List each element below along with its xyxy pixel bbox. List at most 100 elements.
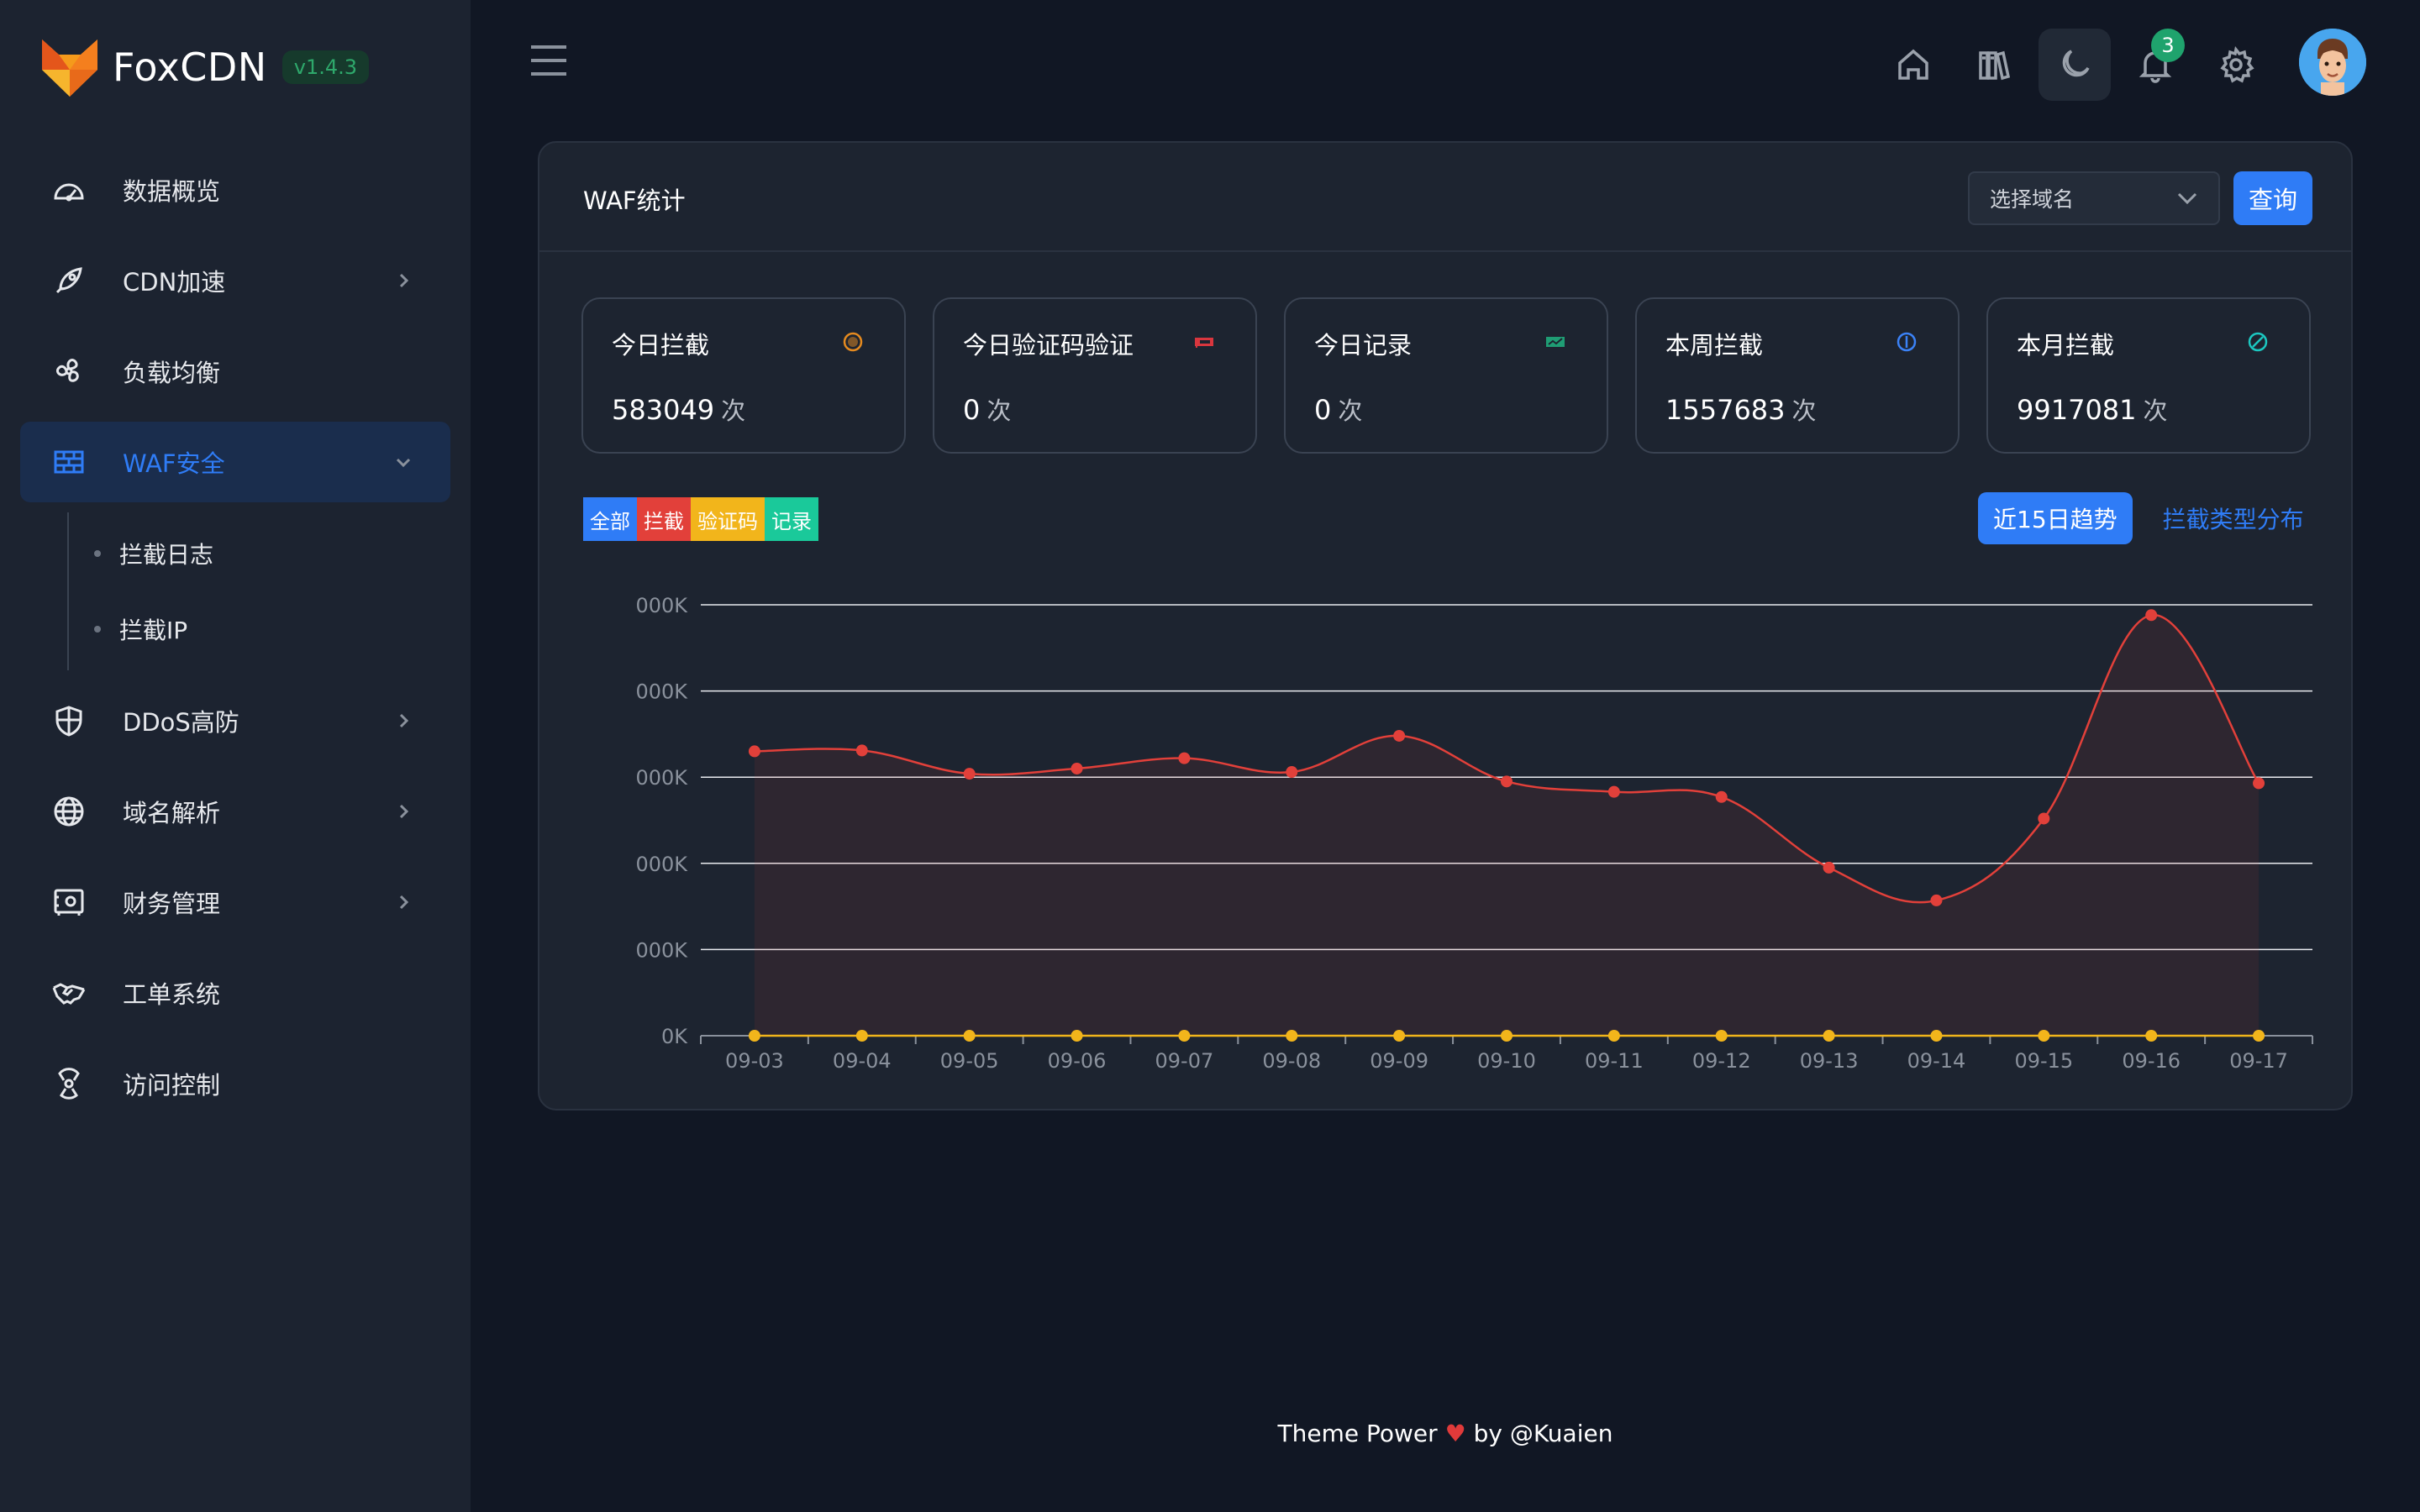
home-button[interactable] (1877, 29, 1949, 101)
sidebar-item-dns[interactable]: 域名解析 (20, 771, 450, 852)
y-tick-label: 000K (635, 766, 688, 790)
handshake-icon (52, 976, 86, 1010)
x-tick-label: 09-04 (833, 1049, 892, 1073)
chevron-right-icon (399, 895, 409, 910)
waf-stats-card: WAF统计 选择域名 查询 今日拦截 583049 次 今日验证码验证 0次 今日… (538, 141, 2353, 1110)
data-point (1501, 1030, 1512, 1042)
sidebar-menu: 数据概览 CDN加速 负载均衡 WAF安全 拦截日志 拦截IP DDoS高防 域… (20, 150, 450, 1134)
series-area (754, 615, 2260, 1036)
heart-icon: ♥ (1444, 1420, 1466, 1447)
data-point (1393, 729, 1406, 742)
data-point (855, 744, 868, 757)
query-button[interactable]: 查询 (2233, 171, 2312, 225)
data-point (1071, 1030, 1083, 1042)
docs-button[interactable] (1958, 29, 2030, 101)
sidebar-item-label: CDN加速 (123, 268, 226, 297)
home-icon (1898, 49, 1928, 80)
data-point (2253, 777, 2265, 790)
settings-button[interactable] (2200, 29, 2272, 101)
stat-title: 本周拦截 (1665, 331, 1764, 360)
sidebar-subitem-block-log[interactable]: 拦截日志 (69, 516, 450, 591)
sidebar-item-label: DDoS高防 (123, 708, 239, 737)
notifications-button[interactable]: 3 (2119, 29, 2191, 101)
chevron-down-icon (396, 458, 411, 468)
y-tick-label: 000K (635, 938, 688, 962)
chart-legend: 全部 拦截 验证码 记录 (583, 497, 818, 541)
data-point (1823, 861, 1835, 874)
stat-value: 583049 (612, 394, 715, 426)
theme-toggle-button[interactable] (2039, 29, 2111, 101)
stat-title: 本月拦截 (2017, 331, 2115, 360)
data-point (1823, 1030, 1835, 1042)
sidebar-item-cdn[interactable]: CDN加速 (20, 240, 450, 321)
sidebar-item-tickets[interactable]: 工单系统 (20, 953, 450, 1033)
data-point (1715, 1030, 1728, 1042)
data-point (1607, 1030, 1620, 1042)
sidebar-item-finance[interactable]: 财务管理 (20, 862, 450, 942)
domain-select[interactable]: 选择域名 (1968, 171, 2220, 225)
x-tick-label: 09-12 (1692, 1049, 1751, 1073)
data-point (2038, 1030, 2050, 1042)
card-title: WAF统计 (583, 186, 686, 215)
legend-blocked[interactable]: 拦截 (637, 497, 691, 541)
data-point (1393, 1030, 1406, 1042)
stat-unit: 次 (1338, 396, 1363, 425)
stat-title: 今日拦截 (612, 331, 710, 360)
chevron-right-icon (399, 273, 409, 288)
sidebar-item-ddos[interactable]: DDoS高防 (20, 680, 450, 761)
sidebar-item-label: 域名解析 (123, 799, 221, 827)
stat-unit: 次 (1791, 396, 1817, 425)
x-tick-label: 09-08 (1262, 1049, 1321, 1073)
data-point (1071, 762, 1083, 774)
sidebar-item-label: WAF安全 (123, 449, 225, 478)
data-point (1930, 894, 1943, 906)
sidebar-subitem-block-ip[interactable]: 拦截IP (69, 591, 450, 667)
legend-captcha[interactable]: 验证码 (691, 497, 765, 541)
subitem-label: 拦截IP (119, 617, 188, 644)
data-point (1178, 1030, 1191, 1042)
brand[interactable]: FoxCDN v1.4.3 (40, 34, 370, 101)
stat-month-blocked: 本月拦截 9917081 次 (1986, 297, 2311, 454)
tab-15day-trend[interactable]: 近15日趋势 (1978, 492, 2133, 544)
version-badge: v1.4.3 (281, 50, 370, 84)
x-tick-label: 09-14 (1907, 1049, 1966, 1073)
bullet-dot (94, 626, 101, 633)
stat-value-line: 0次 (963, 391, 1011, 427)
sidebar-item-label: 访问控制 (123, 1071, 221, 1100)
sidebar-item-dashboard[interactable]: 数据概览 (20, 150, 450, 230)
data-point (1930, 1030, 1943, 1042)
sidebar-item-waf[interactable]: WAF安全 (20, 422, 450, 502)
data-point (748, 1030, 760, 1042)
card-header: WAF统计 选择域名 查询 (539, 143, 2351, 252)
footer-text-after: by @Kuaien (1473, 1420, 1613, 1447)
user-avatar[interactable] (2299, 29, 2366, 96)
legend-all[interactable]: 全部 (583, 497, 637, 541)
data-point (963, 768, 976, 780)
flag-icon (1195, 338, 1213, 348)
x-tick-label: 09-09 (1370, 1049, 1428, 1073)
sidebar-item-label: 负载均衡 (123, 359, 221, 387)
x-tick-label: 09-07 (1155, 1049, 1214, 1073)
legend-records[interactable]: 记录 (765, 497, 818, 541)
stat-today-records: 今日记录 0次 (1284, 297, 1608, 454)
sidebar-item-access-control[interactable]: 访问控制 (20, 1043, 450, 1124)
chart-tabs: 近15日趋势 拦截类型分布 (1978, 492, 2304, 544)
tab-block-type-distribution[interactable]: 拦截类型分布 (2163, 501, 2304, 535)
stat-today-captcha: 今日验证码验证 0次 (933, 297, 1257, 454)
chevron-down-icon (2177, 192, 2197, 205)
sidebar: FoxCDN v1.4.3 数据概览 CDN加速 负载均衡 WAF安全 拦截日志… (0, 0, 471, 1512)
data-point (748, 745, 760, 758)
sidebar-item-load-balance[interactable]: 负载均衡 (20, 331, 450, 412)
hamburger-menu-icon[interactable] (529, 44, 568, 77)
data-point (2145, 1030, 2158, 1042)
x-tick-label: 09-16 (2122, 1049, 2181, 1073)
safe-icon (52, 885, 86, 919)
y-tick-label: 000K (635, 680, 688, 704)
avatar-face-icon (2299, 29, 2366, 96)
data-point (1501, 775, 1512, 788)
gear-icon (2220, 46, 2254, 83)
data-point (855, 1030, 868, 1042)
stat-value: 1557683 (1665, 394, 1786, 426)
shield-icon (52, 704, 86, 738)
stat-value-line: 583049 次 (612, 391, 745, 427)
